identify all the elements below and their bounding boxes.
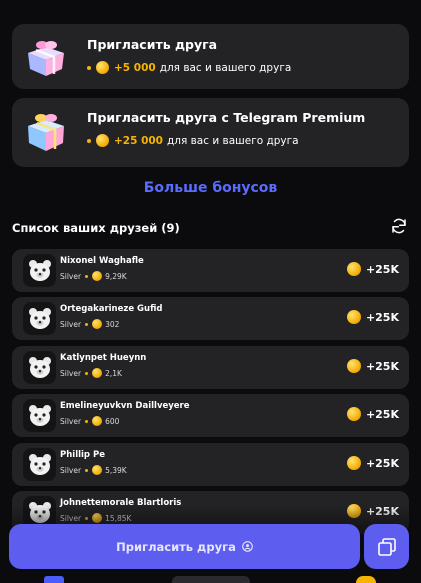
friend-bonus-amount: +25K (365, 407, 399, 421)
friend-bonus-amount: +25K (365, 359, 399, 373)
friend-league: Silver (60, 368, 82, 378)
invite-button-label: Пригласить друга (116, 539, 236, 554)
friends-list-title: Список ваших друзей (9) (12, 221, 180, 235)
friend-coins: 2,1K (105, 368, 122, 378)
copy-link-button[interactable] (364, 524, 409, 569)
invite-friend-card[interactable]: Пригласить друга +5 000 для вас и вашего… (12, 24, 409, 89)
coin-icon (346, 359, 361, 373)
friend-name: Emelineyuvkvn Daillveyere (60, 401, 190, 411)
reward-suffix: для вас и вашего друга (166, 134, 299, 147)
friend-bonus-amount: +25K (365, 310, 399, 324)
friend-info: Silver 600 (60, 416, 119, 426)
friend-info: Silver 9,29K (60, 271, 127, 281)
invite-friend-button[interactable]: Пригласить друга (9, 524, 360, 569)
coin-icon (96, 61, 109, 74)
bullet-dot (87, 138, 91, 143)
avatar (23, 399, 56, 432)
nav-item-earn[interactable] (356, 576, 376, 583)
friend-coins: 9,29K (105, 271, 127, 281)
friend-bonus-amount: +25K (365, 456, 399, 470)
coin-icon (92, 319, 103, 329)
coin-icon (346, 310, 361, 324)
nav-item-friends[interactable] (172, 576, 250, 583)
coin-icon (92, 271, 103, 281)
friend-name: Nixonel Waghafle (60, 256, 144, 266)
bullet-dot (87, 65, 91, 70)
friend-coins: 5,39K (105, 465, 127, 475)
friend-league: Silver (60, 271, 82, 281)
avatar (23, 448, 56, 481)
friend-row: Emelineyuvkvn Daillveyere Silver 600 +25… (12, 394, 409, 437)
coin-icon (92, 465, 103, 475)
coin-icon (346, 456, 361, 470)
friend-info: Silver 5,39K (60, 465, 127, 475)
friend-row: Nixonel Waghafle Silver 9,29K +25K (12, 249, 409, 292)
friend-bonus: +25K (346, 310, 399, 324)
friend-info: Silver 2,1K (60, 368, 122, 378)
copy-icon (377, 537, 396, 556)
avatar (23, 302, 56, 335)
bullet-dot (85, 419, 89, 423)
friend-league: Silver (60, 465, 82, 475)
more-bonuses-link[interactable]: Больше бонусов (0, 180, 421, 196)
bullet-dot (85, 468, 89, 472)
friend-bonus: +25K (346, 262, 399, 276)
bullet-dot (85, 371, 89, 375)
avatar (23, 254, 56, 287)
friend-bonus: +25K (346, 407, 399, 421)
friend-league: Silver (60, 416, 82, 426)
invite-premium-reward: +25 000 для вас и вашего друга (87, 134, 299, 147)
friend-bonus: +25K (346, 359, 399, 373)
friend-name: Katlynpet Hueynn (60, 353, 147, 363)
friend-info: Silver 302 (60, 319, 119, 329)
invite-friend-title: Пригласить друга (87, 37, 218, 52)
bear-avatar-icon (28, 356, 51, 378)
bullet-dot (85, 274, 89, 278)
coin-icon (92, 368, 103, 378)
bear-avatar-icon (28, 259, 51, 281)
friend-row: Ortegakarineze Gufid Silver 302 +25K (12, 297, 409, 340)
avatar (23, 351, 56, 384)
bullet-dot (85, 322, 89, 326)
bear-avatar-icon (28, 453, 51, 475)
friend-bonus: +25K (346, 456, 399, 470)
nav-item-home[interactable] (44, 576, 64, 583)
reward-amount: +5 000 (114, 61, 156, 74)
friend-bonus-amount: +25K (365, 262, 399, 276)
coin-icon (92, 416, 103, 426)
coin-icon (346, 407, 361, 421)
reward-suffix: для вас и вашего друга (159, 61, 292, 74)
gift-icon (28, 41, 64, 76)
friend-coins: 302 (105, 319, 120, 329)
coin-icon (346, 262, 361, 276)
friend-name: Phillip Pe (60, 450, 105, 460)
bear-avatar-icon (28, 307, 51, 329)
friend-league: Silver (60, 319, 82, 329)
premium-gift-icon (28, 114, 64, 151)
friend-name: Ortegakarineze Gufid (60, 304, 163, 314)
user-icon (242, 541, 253, 552)
coin-icon (96, 134, 109, 147)
bear-avatar-icon (28, 404, 51, 426)
reward-amount: +25 000 (114, 134, 163, 147)
invite-premium-title: Пригласить друга с Telegram Premium (87, 110, 366, 125)
friend-row: Katlynpet Hueynn Silver 2,1K +25K (12, 346, 409, 389)
invite-premium-card[interactable]: Пригласить друга с Telegram Premium +25 … (12, 98, 409, 167)
friend-row: Phillip Pe Silver 5,39K +25K (12, 443, 409, 486)
friend-coins: 600 (105, 416, 120, 426)
refresh-icon[interactable] (390, 217, 408, 235)
invite-friend-reward: +5 000 для вас и вашего друга (87, 61, 291, 74)
